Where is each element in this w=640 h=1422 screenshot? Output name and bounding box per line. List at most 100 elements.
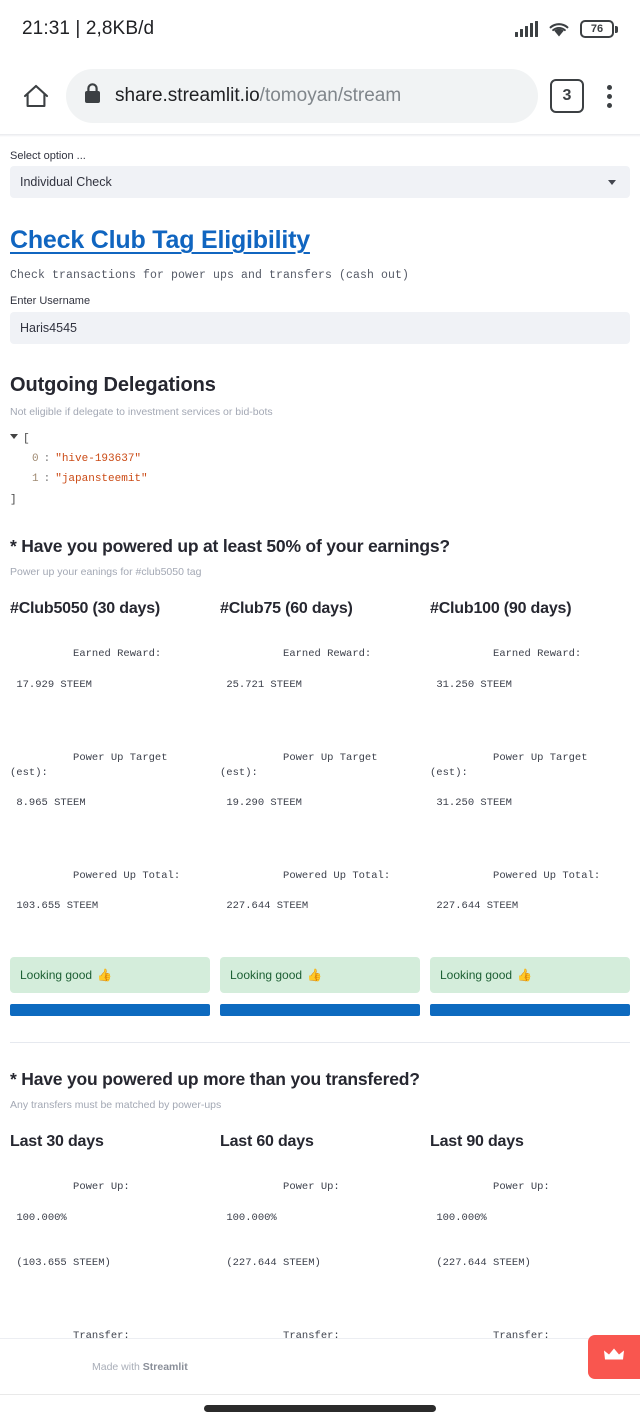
status-text: Looking good [230, 968, 303, 983]
metric-value: 19.290 STEEM [220, 797, 302, 810]
metric-percent: 100.000% [220, 1211, 277, 1224]
metric-value: 227.644 STEEM [220, 900, 309, 913]
json-item-row: 1 : "japansteemit" [10, 469, 630, 489]
transfer-caption: Any transfers must be matched by power-u… [10, 1099, 222, 1112]
metric-label: Power Up: [283, 1181, 340, 1194]
status-badge: Looking good 👍 [220, 957, 420, 994]
club-column: #Club75 (60 days) Earned Reward: 25.721 … [220, 599, 420, 1017]
progress-bar [220, 1004, 420, 1017]
crown-badge-button[interactable] [588, 1335, 640, 1379]
club-column: #Club5050 (30 days) Earned Reward: 17.92… [10, 599, 210, 1017]
json-close-row: ] [10, 490, 630, 510]
url-domain: share.streamlit.io [115, 85, 260, 106]
android-nav-bar [0, 1394, 640, 1422]
select-option-dropdown[interactable]: Individual Check [10, 166, 630, 199]
club-column: #Club100 (90 days) Earned Reward: 31.250… [430, 599, 630, 1017]
delegations-caption: Not eligible if delegate to investment s… [10, 405, 273, 418]
username-label: Enter Username [10, 295, 91, 308]
metric-label: Power Up Target (est): [220, 751, 384, 779]
club-columns: #Club5050 (30 days) Earned Reward: 17.92… [10, 599, 630, 1017]
metric-label: Power Up Target (est): [430, 751, 594, 779]
json-key: 1 [32, 473, 39, 486]
metric-amount: (227.644 STEEM) [220, 1257, 321, 1270]
json-root-row[interactable]: [ [10, 429, 630, 449]
metric-label: Powered Up Total: [283, 870, 391, 883]
earned-reward-metric: Earned Reward: 17.929 STEEM [10, 632, 210, 723]
json-colon: : [43, 452, 51, 465]
status-icons: 76 [515, 20, 618, 38]
thumbs-up-icon: 👍 [307, 968, 323, 983]
username-input[interactable]: Haris4545 [10, 311, 630, 344]
powerup-metric: Power Up: 100.000% (103.655 STEEM) [10, 1165, 210, 1302]
metric-amount: (227.644 STEEM) [430, 1257, 531, 1270]
status-badge: Looking good 👍 [10, 957, 210, 994]
lock-icon [84, 83, 101, 109]
section-divider [10, 1042, 630, 1044]
triangle-down-icon[interactable] [10, 433, 18, 439]
json-open-bracket: [ [23, 432, 30, 445]
status-time-and-data: 21:31 | 2,8KB/d [22, 18, 155, 39]
home-icon[interactable] [14, 74, 58, 118]
transfer-question: * Have you powered up more than you tran… [10, 1069, 420, 1090]
status-text: Looking good [20, 968, 93, 983]
app-screen: 21:31 | 2,8KB/d 76 share.streamlit.io/to… [0, 0, 640, 1422]
streamlit-app: Select option ... Individual Check Check… [0, 149, 640, 1422]
battery-level: 76 [590, 23, 604, 35]
android-status-bar: 21:31 | 2,8KB/d 76 [0, 0, 640, 58]
tab-count-label: 3 [562, 87, 572, 104]
streamlit-brand: Streamlit [142, 1360, 188, 1373]
json-viewer[interactable]: [ 0 : "hive-193637" 1 : "japansteemit" ] [10, 429, 630, 510]
earned-reward-metric: Earned Reward: 31.250 STEEM [430, 632, 630, 723]
earned-reward-metric: Earned Reward: 25.721 STEEM [220, 632, 420, 723]
metric-percent: 100.000% [430, 1211, 487, 1224]
powered-up-total-metric: Powered Up Total: 103.655 STEEM [10, 854, 210, 945]
json-close-bracket: ] [10, 493, 17, 506]
kebab-menu-icon[interactable] [592, 76, 626, 116]
metric-amount: (103.655 STEEM) [10, 1257, 111, 1270]
powerup-target-metric: Power Up Target (est): 19.290 STEEM [220, 735, 420, 842]
username-value: Haris4545 [20, 320, 77, 335]
battery-icon: 76 [580, 20, 618, 38]
powerup-metric: Power Up: 100.000% (227.644 STEEM) [430, 1165, 630, 1302]
metric-value: 103.655 STEEM [10, 900, 99, 913]
app-footer: Made with Streamlit [0, 1335, 640, 1394]
status-badge: Looking good 👍 [430, 957, 630, 994]
metric-label: Powered Up Total: [73, 870, 181, 883]
powerup-metric: Power Up: 100.000% (227.644 STEEM) [220, 1165, 420, 1302]
progress-bar [430, 1004, 630, 1017]
tab-counter-button[interactable]: 3 [550, 79, 584, 113]
page-title: Check Club Tag Eligibility [10, 226, 310, 255]
status-text: Looking good [440, 968, 513, 983]
chevron-down-icon [608, 179, 616, 185]
address-bar[interactable]: share.streamlit.io/tomoyan/stream [66, 69, 538, 123]
metric-value: 31.250 STEEM [430, 678, 512, 691]
metric-value: 8.965 STEEM [10, 797, 86, 810]
made-with-prefix: Made with [92, 1360, 143, 1373]
progress-bar [10, 1004, 210, 1017]
powerup-caption: Power up your eanings for #club5050 tag [10, 565, 202, 578]
metric-label: Power Up: [493, 1181, 550, 1194]
toolbar-shadow [0, 134, 640, 137]
metric-value: 227.644 STEEM [430, 900, 519, 913]
metric-label: Earned Reward: [283, 648, 372, 661]
select-value: Individual Check [20, 175, 112, 190]
powerup-target-metric: Power Up Target (est): 31.250 STEEM [430, 735, 630, 842]
json-value: "japansteemit" [55, 473, 148, 486]
metric-percent: 100.000% [10, 1211, 67, 1224]
signal-bars-icon [515, 21, 538, 37]
delegations-title: Outgoing Delegations [10, 373, 216, 396]
home-gesture-pill[interactable] [204, 1405, 436, 1412]
powered-up-total-metric: Powered Up Total: 227.644 STEEM [220, 854, 420, 945]
json-item-row: 0 : "hive-193637" [10, 449, 630, 469]
period-heading: Last 90 days [430, 1133, 524, 1151]
wifi-icon [548, 21, 570, 38]
period-heading: Last 60 days [220, 1133, 314, 1151]
club-heading: #Club75 (60 days) [220, 599, 353, 617]
club-heading: #Club5050 (30 days) [10, 599, 161, 617]
metric-label: Power Up: [73, 1181, 130, 1194]
metric-value: 25.721 STEEM [220, 678, 302, 691]
powerup-question: * Have you powered up at least 50% of yo… [10, 535, 450, 556]
crown-icon [603, 1347, 625, 1367]
club-heading: #Club100 (90 days) [430, 599, 572, 617]
thumbs-up-icon: 👍 [97, 968, 113, 983]
